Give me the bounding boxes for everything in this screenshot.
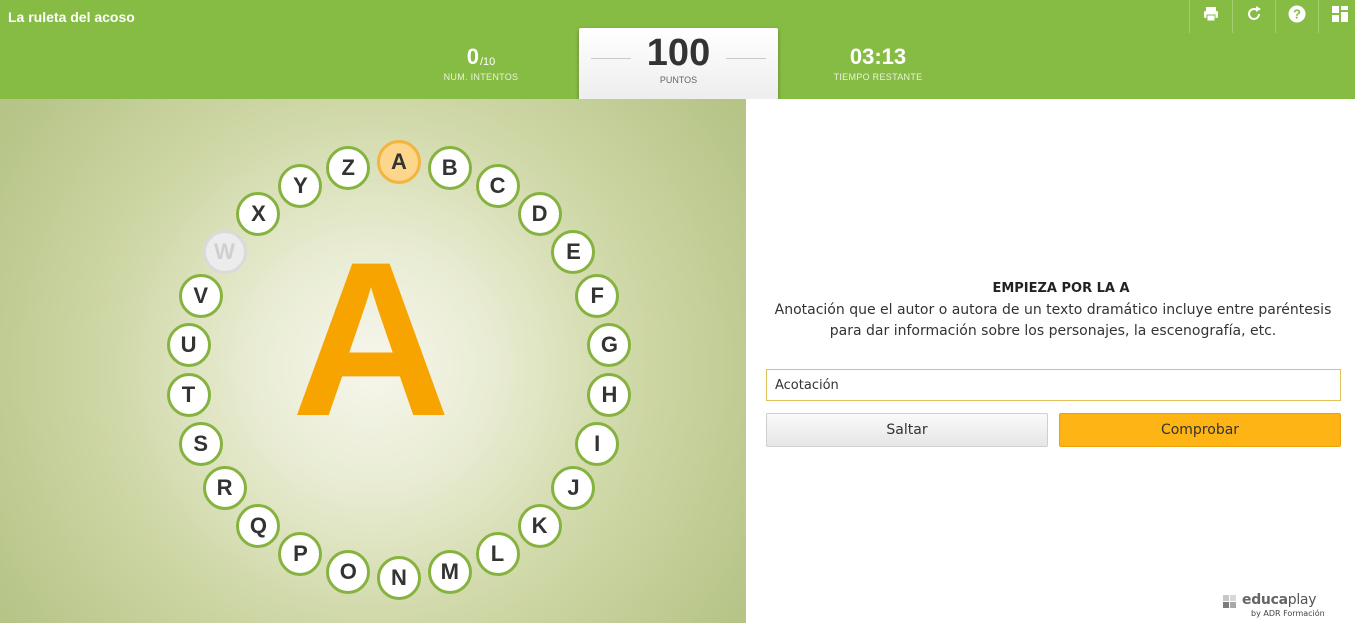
letter-q[interactable]: Q xyxy=(236,503,281,548)
letter-l[interactable]: L xyxy=(475,532,520,577)
letter-j[interactable]: J xyxy=(551,466,596,511)
points-label: PUNTOS xyxy=(659,75,698,85)
letter-s[interactable]: S xyxy=(178,421,223,466)
letter-i[interactable]: I xyxy=(575,421,620,466)
letter-wheel-area: A ABCDEFGHIJKLMNOPQRSTUVWXYZ xyxy=(0,99,746,623)
restart-button[interactable] xyxy=(1232,0,1275,33)
letter-k[interactable]: K xyxy=(517,503,562,548)
points-value: 100 xyxy=(646,32,711,74)
check-button[interactable]: Comprobar xyxy=(1059,413,1341,447)
print-button[interactable] xyxy=(1189,0,1232,33)
svg-text:?: ? xyxy=(1293,7,1301,22)
points-card: 100 PUNTOS xyxy=(579,28,778,112)
skip-button[interactable]: Saltar xyxy=(766,413,1048,447)
time-label: TIEMPO RESTANTE xyxy=(833,72,923,82)
printer-icon xyxy=(1202,5,1220,28)
attempts-stat: 0/10 NUM. INTENTOS xyxy=(401,33,561,82)
question-icon: ? xyxy=(1288,5,1306,28)
letter-w[interactable]: W xyxy=(202,229,247,274)
letter-p[interactable]: P xyxy=(278,532,323,577)
letter-g[interactable]: G xyxy=(587,322,632,367)
letter-n[interactable]: N xyxy=(377,556,421,600)
brand-sub: by ADR Formación xyxy=(1251,609,1325,618)
educaplay-logo: educaplay by ADR Formación xyxy=(1215,591,1345,619)
letter-e[interactable]: E xyxy=(551,229,596,274)
letter-c[interactable]: C xyxy=(475,163,520,208)
letter-r[interactable]: R xyxy=(202,466,247,511)
letter-u[interactable]: U xyxy=(166,322,211,367)
question-panel: EMPIEZA POR LA A Anotación que el autor … xyxy=(746,99,1355,623)
attempts-label: NUM. INTENTOS xyxy=(443,72,519,82)
letter-y[interactable]: Y xyxy=(278,163,323,208)
letter-d[interactable]: D xyxy=(517,192,562,237)
brand-name-a: educa xyxy=(1242,592,1288,608)
app-title: La ruleta del acoso xyxy=(8,9,135,25)
question-text: Anotación que el autor o autora de un te… xyxy=(774,302,1332,339)
letter-z[interactable]: Z xyxy=(326,146,371,191)
letter-b[interactable]: B xyxy=(427,146,472,191)
menu-button[interactable] xyxy=(1318,0,1355,33)
brand-name-b: play xyxy=(1287,592,1317,608)
attempts-total: /10 xyxy=(479,56,496,68)
question-title: EMPIEZA POR LA A xyxy=(992,281,1130,296)
time-stat: 03:13 TIEMPO RESTANTE xyxy=(798,33,958,82)
grid-icon xyxy=(1331,5,1349,28)
logo-mark-icon xyxy=(1223,595,1237,609)
letter-f[interactable]: F xyxy=(575,274,620,319)
answer-input[interactable] xyxy=(766,369,1341,401)
letter-m[interactable]: M xyxy=(427,549,472,594)
letter-v[interactable]: V xyxy=(178,274,223,319)
attempts-value: 0 xyxy=(466,44,479,69)
refresh-icon xyxy=(1245,5,1263,28)
letter-a[interactable]: A xyxy=(377,140,421,184)
letter-h[interactable]: H xyxy=(587,373,632,418)
time-value: 03:13 xyxy=(849,44,907,69)
current-letter: A xyxy=(291,216,451,462)
help-button[interactable]: ? xyxy=(1275,0,1318,33)
letter-o[interactable]: O xyxy=(326,549,371,594)
letter-t[interactable]: T xyxy=(166,373,211,418)
